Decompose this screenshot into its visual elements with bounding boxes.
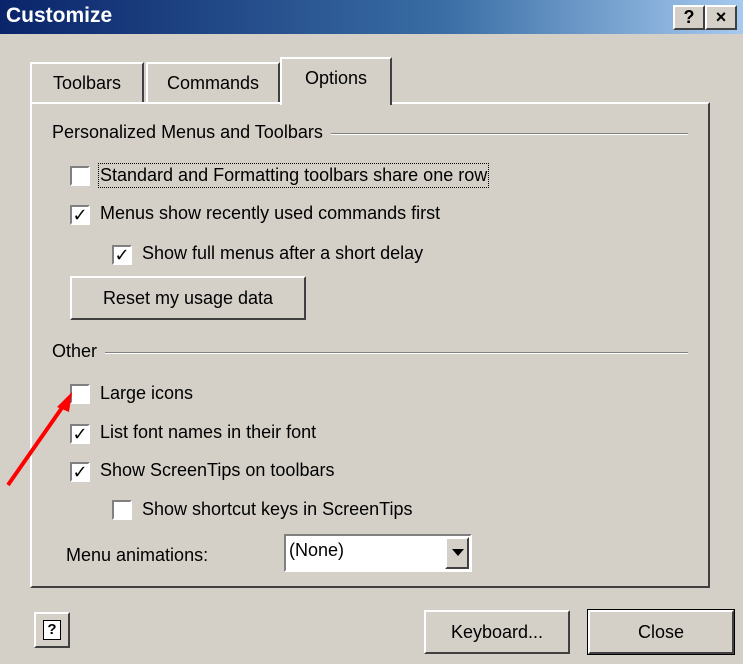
close-button[interactable]: Close: [587, 609, 735, 655]
font-names-label[interactable]: List font names in their font: [100, 422, 316, 443]
chevron-down-icon: [452, 549, 464, 556]
tab-commands-label: Commands: [166, 73, 260, 93]
help-button[interactable]: ?: [34, 612, 70, 648]
shortcut-keys-label[interactable]: Show shortcut keys in ScreenTips: [142, 499, 412, 520]
reset-usage-button-label: Reset my usage data: [102, 288, 274, 308]
tab-commands[interactable]: Commands: [146, 62, 280, 102]
title-bar[interactable]: Customize ? ×: [0, 0, 743, 34]
help-icon: ?: [43, 620, 61, 640]
shortcut-keys-checkbox[interactable]: [112, 500, 132, 520]
help-title-button[interactable]: ?: [673, 5, 705, 30]
options-panel: Personalized Menus and Toolbars Standard…: [30, 102, 710, 588]
keyboard-button-label: Keyboard...: [450, 622, 544, 642]
personalized-group-label: Personalized Menus and Toolbars: [52, 122, 331, 143]
close-title-button[interactable]: ×: [705, 5, 737, 30]
recent-first-checkbox[interactable]: ✓: [70, 205, 90, 225]
keyboard-button[interactable]: Keyboard...: [424, 610, 570, 654]
close-icon: ×: [715, 7, 727, 27]
window-title: Customize: [6, 4, 113, 27]
other-group-label: Other: [52, 341, 106, 362]
tab-toolbars-label: Toolbars: [52, 73, 122, 93]
dropdown-button[interactable]: [445, 537, 469, 569]
other-divider: [52, 352, 688, 354]
share-row-checkbox[interactable]: [70, 166, 90, 186]
recent-first-label[interactable]: Menus show recently used commands first: [100, 203, 440, 224]
checkmark-icon: ✓: [72, 205, 88, 225]
large-icons-label[interactable]: Large icons: [100, 383, 193, 404]
full-menus-delay-checkbox[interactable]: ✓: [112, 245, 132, 265]
checkmark-icon: ✓: [114, 245, 130, 265]
full-menus-delay-label[interactable]: Show full menus after a short delay: [142, 243, 423, 264]
tab-toolbars[interactable]: Toolbars: [30, 62, 144, 102]
annotation-arrow-icon: [6, 392, 72, 487]
menu-animations-value: (None): [289, 540, 345, 560]
share-row-label[interactable]: Standard and Formatting toolbars share o…: [97, 163, 490, 188]
tab-options-label: Options: [304, 68, 368, 88]
customize-dialog: Customize ? × Toolbars Commands Options …: [0, 0, 743, 664]
help-icon: ?: [683, 7, 695, 27]
menu-animations-label: Menu animations:: [66, 545, 209, 565]
screentips-label[interactable]: Show ScreenTips on toolbars: [100, 460, 334, 481]
close-button-label: Close: [637, 622, 685, 642]
menu-animations-select[interactable]: (None): [284, 534, 472, 572]
tab-options[interactable]: Options: [280, 57, 392, 105]
reset-usage-button[interactable]: Reset my usage data: [70, 276, 306, 320]
